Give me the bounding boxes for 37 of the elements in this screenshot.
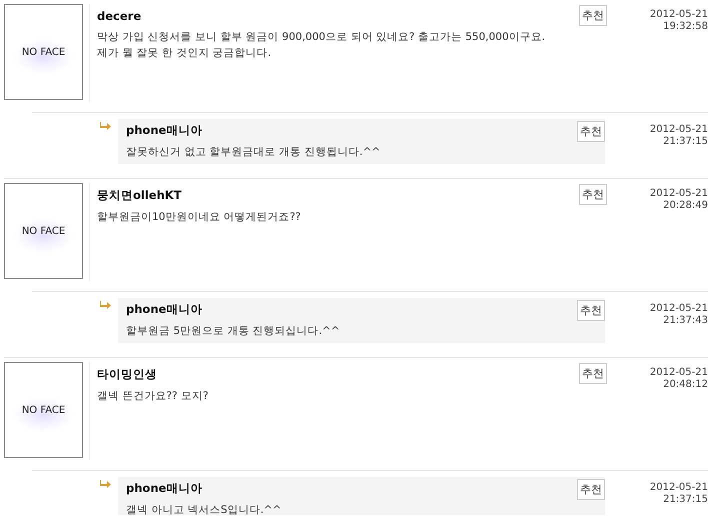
author-name[interactable]: decere [97,9,579,23]
author-name[interactable]: 뭉치면ollehKT [97,188,579,203]
comment-text: 할부원금 5만원으로 개통 진행되십니다.^^ [126,324,341,339]
comment-text: 막상 가입 신청서를 보니 할부 원금이 900,000으로 되어 있네요? 출고가는 550,000이구요. [97,30,546,45]
comment-text: 할부원금이10만원이네요 어떻게된거죠?? [97,210,302,225]
post-date: 2012-05-21 [648,188,708,200]
post-date: 2012-05-21 [648,124,708,136]
post-time: 19:32:58 [662,21,708,33]
comment-text: 갤넥 뜬건가요?? 모지? [97,389,210,404]
author-name[interactable]: phone매니아 [126,302,577,317]
post-time: 21:37:15 [662,136,708,148]
recommend-button[interactable]: 추천 [579,184,607,205]
author-name[interactable]: phone매니아 [126,123,577,138]
avatar-label: NO FACE [22,46,66,58]
post-date: 2012-05-21 [648,9,708,21]
avatar-label: NO FACE [22,226,66,236]
author-name[interactable]: 타이밍인생 [97,367,579,382]
reply-arrow-icon [100,479,112,489]
post-time: 20:48:12 [662,379,708,391]
comment-text: 제가 뭘 잘못 한 것인지 궁금합니다. [97,46,272,61]
reply-arrow-icon [100,300,112,310]
recommend-button[interactable]: 추천 [577,121,605,142]
avatar-label: NO FACE [22,404,66,416]
comment-text: 잘못하신거 없고 할부원금대로 개통 진행됩니다.^^ [126,145,382,160]
comment-text: 갤넥 아니고 넥서스S입니다.^^ [126,503,282,518]
recommend-button[interactable]: 추천 [577,300,605,321]
post-date: 2012-05-21 [648,303,708,315]
post-date: 2012-05-21 [648,367,708,379]
recommend-button[interactable]: 추천 [577,479,605,500]
recommend-button[interactable]: 추천 [579,363,607,384]
post-date: 2012-05-21 [648,482,708,494]
reply-arrow-icon [100,121,112,131]
post-time: 21:37:43 [662,315,708,327]
post-time: 20:28:49 [662,200,708,212]
post-time: 21:37:15 [662,494,708,506]
recommend-button[interactable]: 추천 [579,5,607,26]
author-name[interactable]: phone매니아 [126,481,577,496]
